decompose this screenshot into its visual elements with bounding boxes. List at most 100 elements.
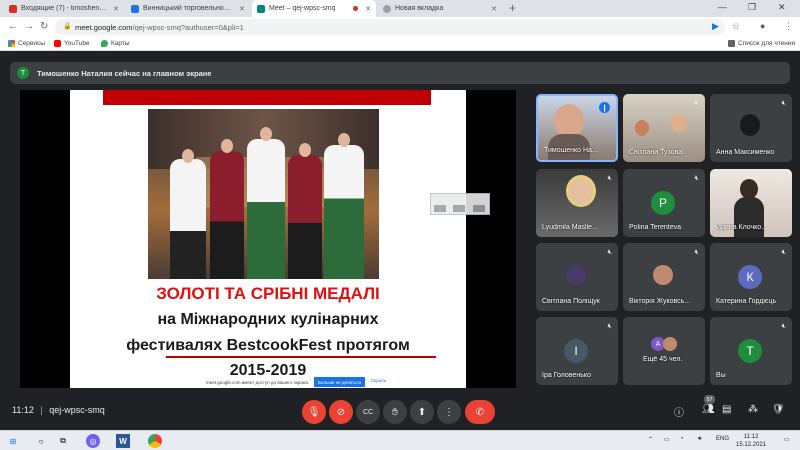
meeting-code: qej-wpsc-smq <box>49 405 105 415</box>
participant-name: Ирина Клочко... <box>716 224 768 231</box>
participant-tile[interactable]: 🔇︎ Анна Максименко <box>710 94 792 162</box>
participant-name: Анна Максименко <box>716 149 775 156</box>
presentation-area[interactable]: ЗОЛОТІ ТА СРІБНІ МЕДАЛІ на Міжнародних к… <box>20 90 516 388</box>
participant-tile[interactable]: 🔇︎ Lyudmila Maslle... <box>536 169 618 237</box>
tab-title: Винницький торговельно-еконо <box>143 5 231 12</box>
address-bar[interactable]: 🔒 meet.google.com/qej-wpsc-smq?authuser=… <box>55 19 725 35</box>
slide-text-line: фестивалях BestcookFest протягом <box>126 337 410 354</box>
gmail-icon <box>9 4 17 13</box>
close-icon[interactable]: ✕ <box>365 5 371 13</box>
meeting-details-icon[interactable]: ⓘ <box>674 404 684 419</box>
viber-icon[interactable]: ◎ <box>86 434 100 448</box>
maximize-icon[interactable]: ❐ <box>748 2 756 13</box>
mini-window-button[interactable] <box>434 205 446 212</box>
forward-icon[interactable]: → <box>24 21 34 32</box>
presenter-avatar: Т <box>17 67 29 79</box>
menu-icon[interactable]: ⋮ <box>784 21 793 32</box>
captions-button[interactable]: CC <box>356 400 380 424</box>
apps-grid-icon <box>8 40 15 47</box>
bookmark-youtube[interactable]: YouTube <box>54 40 90 47</box>
participant-name: Polina Terenteva <box>629 224 682 231</box>
reading-list[interactable]: Список для чтения <box>728 40 795 47</box>
leave-call-button[interactable]: ✆ <box>465 400 495 424</box>
bookmark-services[interactable]: Сервисы <box>8 40 45 47</box>
tray-up-icon[interactable]: ⌃ <box>648 436 653 443</box>
mini-window-button[interactable] <box>453 205 465 212</box>
youtube-icon <box>54 40 61 47</box>
network-icon[interactable]: ▭ <box>664 436 670 443</box>
chat-icon[interactable]: ▤ <box>722 404 731 415</box>
bookmark-maps[interactable]: Карты <box>101 40 130 47</box>
more-participants-label: Ещё 45 чел. <box>643 356 683 363</box>
close-icon[interactable]: ✕ <box>239 5 245 13</box>
participant-tile[interactable]: P 🔇︎ Polina Terenteva <box>623 169 705 237</box>
self-tile[interactable]: T 🔇︎ Вы <box>710 317 792 385</box>
stop-sharing-button[interactable]: Больше не делиться <box>314 377 366 387</box>
camera-in-use-icon[interactable]: ▶ <box>712 21 719 32</box>
people-icon[interactable]: 👥︎ <box>702 404 715 415</box>
participant-avatar <box>663 337 677 351</box>
present-button[interactable]: ⬆ <box>410 400 434 424</box>
participant-avatar: T <box>738 339 762 363</box>
mic-toggle-button[interactable]: 🎙︎ <box>302 400 326 424</box>
bookmark-label: Карты <box>111 40 130 47</box>
mini-window-button[interactable] <box>473 205 485 212</box>
participant-name: Вы <box>716 372 726 379</box>
participant-name: Катерина Гордієць <box>716 298 777 305</box>
tab-inbox[interactable]: Входящие (7) - timoshenko.natal ✕ <box>4 0 124 17</box>
participant-tile[interactable]: ❙ Тимошенко На... <box>536 94 618 162</box>
clock-date: 15.12.2021 <box>736 442 767 448</box>
window-close-icon[interactable]: ✕ <box>778 2 786 13</box>
volume-icon[interactable]: 🔊︎ <box>698 436 702 443</box>
mic-muted-icon: 🔇︎ <box>694 175 699 182</box>
back-icon[interactable]: ← <box>8 21 18 32</box>
url-path: /qej-wpsc-smq?authuser=0&pli=1 <box>132 22 244 32</box>
more-participants-tile[interactable]: A Ещё 45 чел. <box>623 317 705 385</box>
activities-icon[interactable]: ⁂ <box>748 404 758 415</box>
close-icon[interactable]: ✕ <box>113 5 119 13</box>
participant-tile[interactable]: 🔇︎ Ирина Клочко... <box>710 169 792 237</box>
search-icon[interactable]: ○ <box>34 434 48 448</box>
camera-toggle-button[interactable]: ⊘ <box>329 400 353 424</box>
raise-hand-button[interactable]: ✋︎ <box>383 400 407 424</box>
clock[interactable]: 11:12 15.12.2021 <box>736 433 766 449</box>
participant-name: Іра Головенько <box>542 372 591 379</box>
participant-tile[interactable]: К 🔇︎ Катерина Гордієць <box>710 243 792 311</box>
task-view-icon[interactable]: ⧉ <box>56 434 70 448</box>
slide-title-line: ЗОЛОТІ ТА СРІБНІ МЕДАЛІ <box>156 284 380 303</box>
more-options-button[interactable]: ⋮ <box>437 400 461 424</box>
chrome-icon[interactable] <box>148 434 162 448</box>
floating-mini-window[interactable] <box>430 193 490 215</box>
tab-meet[interactable]: Meet – qej-wpsc-smq ✕ <box>252 0 376 17</box>
wifi-icon[interactable]: ◔ <box>680 436 684 442</box>
bookmark-star-icon[interactable]: ☆ <box>732 21 740 32</box>
notifications-icon[interactable]: ▭ <box>784 436 790 443</box>
language-indicator[interactable]: ENG <box>716 436 729 442</box>
participant-avatar: І <box>564 339 588 363</box>
people-count-badge: 57 <box>704 395 715 404</box>
tab-title: Новая вкладка <box>395 5 444 12</box>
minimize-icon[interactable]: — <box>718 2 727 12</box>
reload-icon[interactable]: ↻ <box>40 21 48 32</box>
tab-new[interactable]: Новая вкладка ✕ <box>378 0 502 17</box>
participant-avatar: P <box>651 191 675 215</box>
browser-toolbar: ← → ↻ 🔒 meet.google.com/qej-wpsc-smq?aut… <box>0 17 800 37</box>
windows-start-icon[interactable]: ⊞ <box>6 434 20 448</box>
new-tab-button[interactable]: + <box>509 1 516 15</box>
participant-tile[interactable]: 🔇︎ Вікторія Жуковсь... <box>623 243 705 311</box>
participant-tile[interactable]: 🔇︎ Світлана Поліщук <box>536 243 618 311</box>
close-icon[interactable]: ✕ <box>491 5 497 13</box>
participant-tile[interactable]: 🔇︎ Світлана Тузова <box>623 94 705 162</box>
profile-icon[interactable]: ● <box>760 21 765 31</box>
tab-college[interactable]: Винницький торговельно-еконо ✕ <box>126 0 250 17</box>
screen-share-notice: meet.google.com имеет доступ до вашего э… <box>200 376 394 388</box>
hide-notice-button[interactable]: Скрыть <box>371 378 386 383</box>
presenter-banner: Т Тимошенко Наталия сейчас на главном эк… <box>10 62 790 84</box>
participant-tile[interactable]: І 🔇︎ Іра Головенько <box>536 317 618 385</box>
mic-muted-icon: 🔇︎ <box>781 323 786 330</box>
clock-time: 11:12 <box>743 434 759 440</box>
word-icon[interactable]: W <box>116 434 130 448</box>
reading-list-icon <box>728 40 735 47</box>
host-controls-icon[interactable]: 🛡︎ <box>772 404 785 415</box>
browser-tab-strip: Входящие (7) - timoshenko.natal ✕ Винниц… <box>0 0 800 17</box>
